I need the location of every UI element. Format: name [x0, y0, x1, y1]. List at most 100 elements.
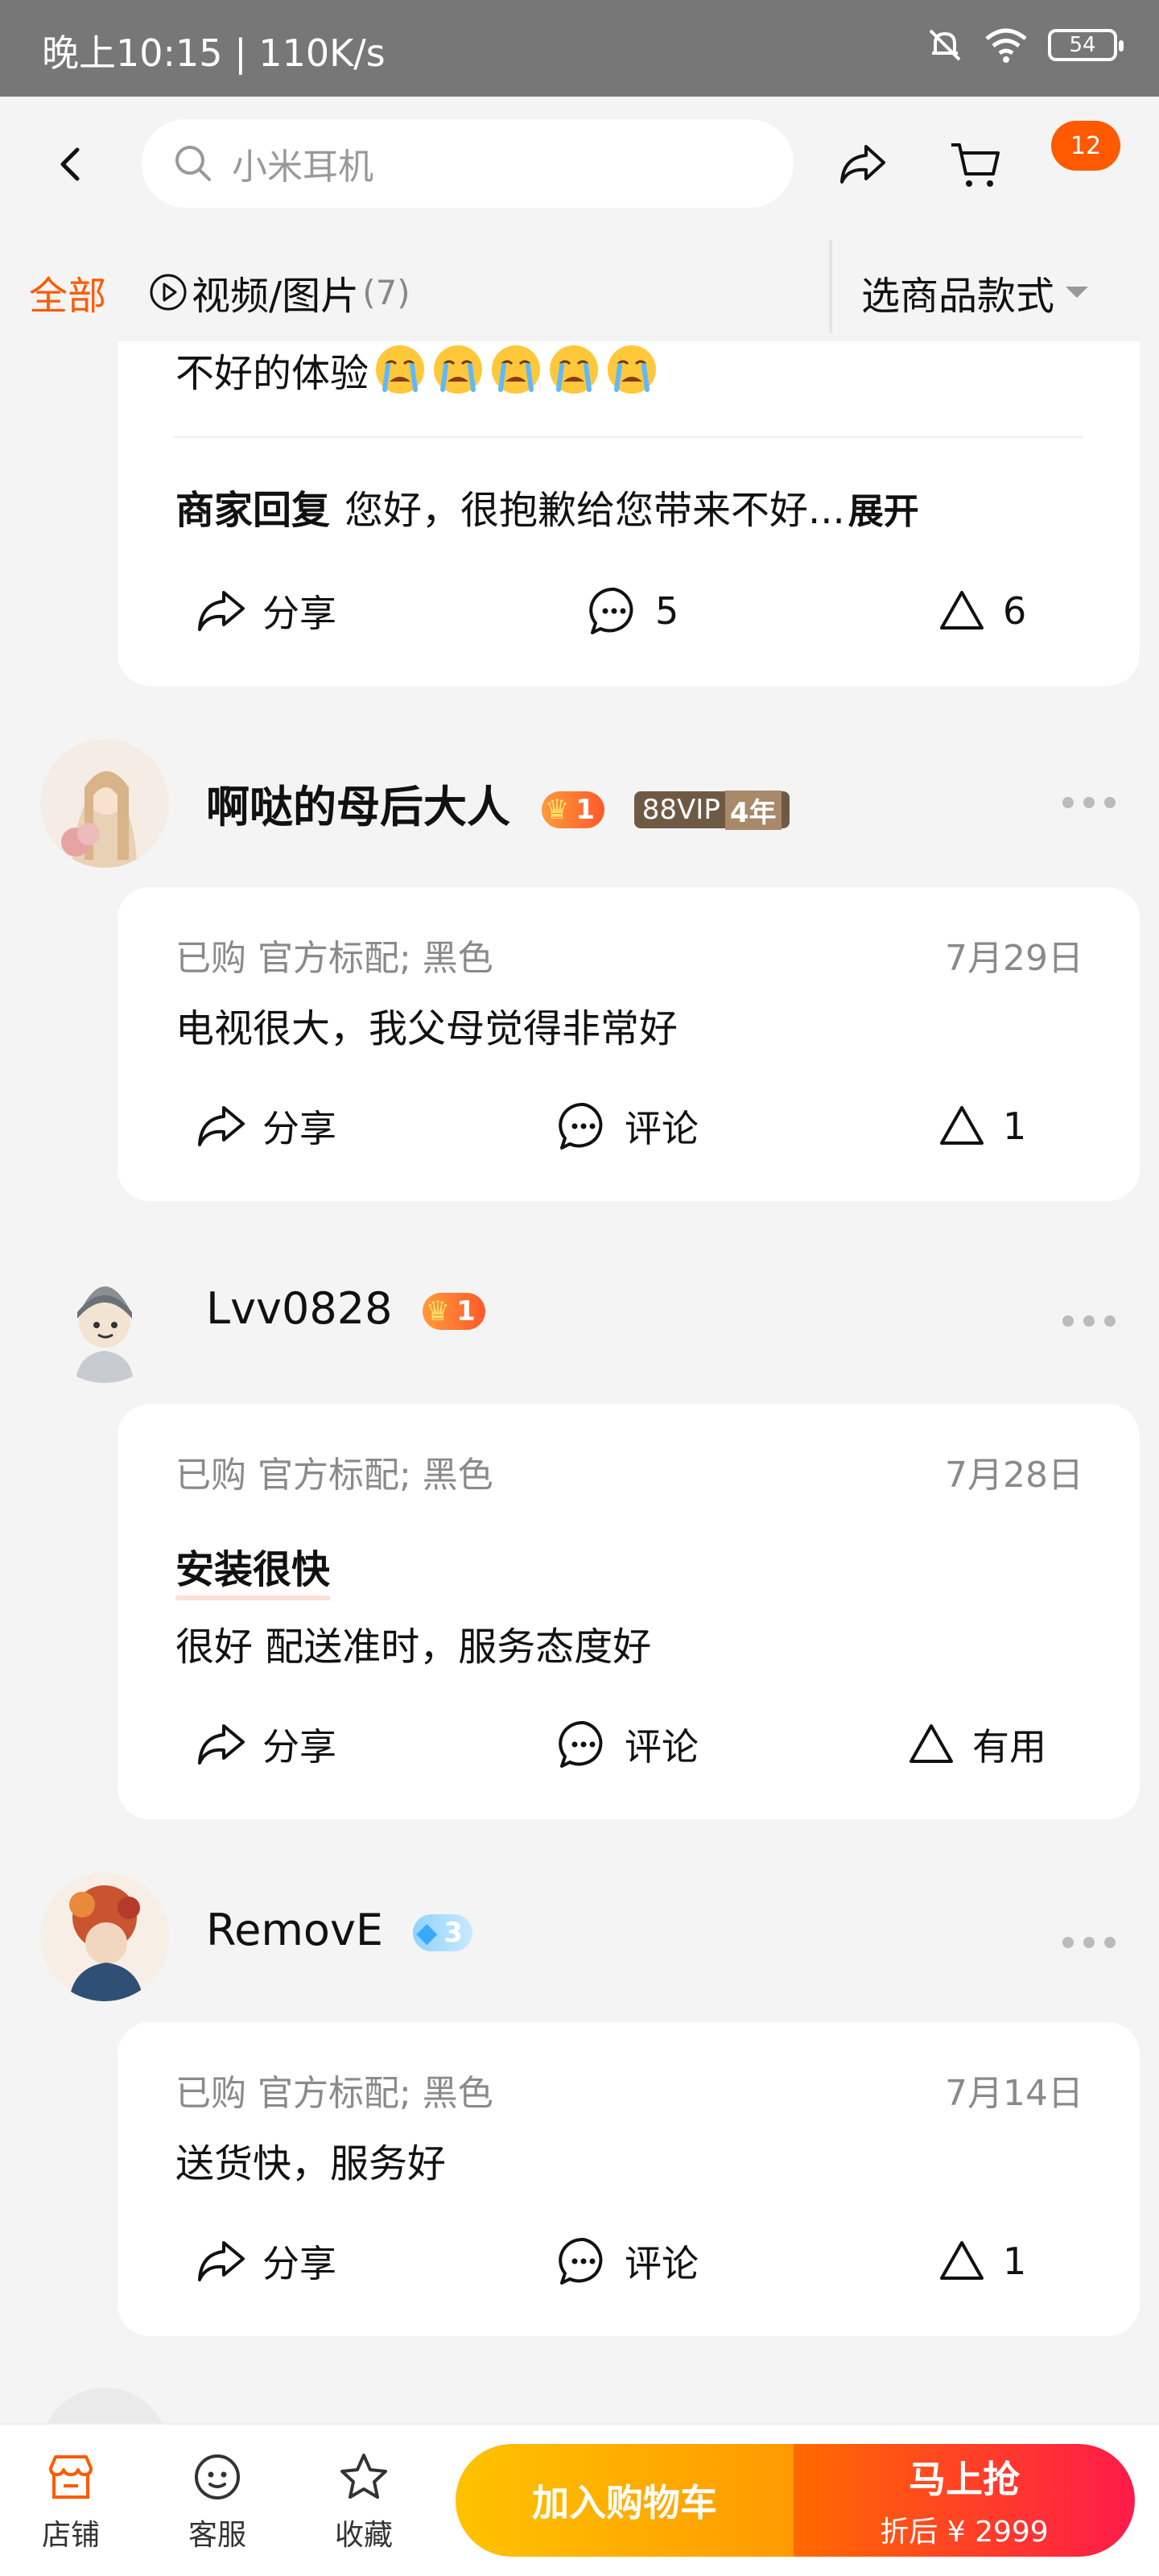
cart-icon[interactable] [947, 135, 1004, 193]
level-badge: ◆ 3 [413, 1914, 473, 1952]
useful-button[interactable]: 1 [934, 2233, 1026, 2289]
crying-face-icon [550, 345, 599, 394]
reviewer-row: 啊哒的母后大人 ♛ 1 88VIP 4年 [0, 739, 1159, 876]
vip-label: 88VIP [641, 794, 720, 827]
crying-face-icon [608, 345, 657, 394]
back-arrow-icon[interactable] [50, 142, 95, 187]
share-icon [198, 591, 245, 631]
share-icon[interactable] [834, 135, 892, 193]
chat-bubble-icon [589, 587, 633, 634]
avatar[interactable] [40, 1872, 169, 2001]
reply-label: 商家回复 [175, 488, 331, 533]
filter-video-tab[interactable]: 视频/图片 (7) [148, 264, 410, 320]
comment-label: 评论 [625, 1725, 699, 1769]
review-tag: 安装很快 [175, 1538, 331, 1600]
customer-service-icon [195, 2454, 240, 2500]
share-label: 分享 [262, 1107, 336, 1150]
more-options-icon[interactable] [1062, 1937, 1116, 1953]
comment-label: 评论 [625, 1107, 699, 1150]
store-icon [49, 2455, 93, 2499]
cart-count-badge[interactable]: 12 [1051, 121, 1120, 171]
wifi-icon [985, 28, 1027, 63]
comment-label: 评论 [625, 2242, 699, 2285]
reply-text: 您好，很抱歉给您带来不好... [344, 488, 845, 533]
useful-count: 1 [1003, 2240, 1027, 2283]
review-actions: 分享 评论 有用 [118, 1716, 1140, 1781]
review-date: 7月14日 [945, 2073, 1083, 2114]
more-options-icon[interactable] [1062, 797, 1116, 813]
filter-all-tab[interactable]: 全部 [29, 264, 106, 320]
vip-badge: 88VIP 4年 [633, 790, 790, 830]
level-number: 1 [456, 1295, 476, 1328]
share-button[interactable]: 分享 [193, 1098, 336, 1154]
share-label: 分享 [262, 2242, 336, 2285]
purchase-info: 已购 官方标配; 黑色 [175, 2073, 493, 2114]
crown-icon: ♛ [425, 1295, 451, 1328]
review-card: 已购 官方标配; 黑色 7月28日 安装很快 很好 配送准时，服务态度好 分享 … [118, 1404, 1140, 1819]
useful-button[interactable]: 1 [934, 1098, 1026, 1154]
review-text: 送货快，服务好 [175, 2141, 447, 2186]
discount-price: 折后 ¥ 2999 [880, 2516, 1049, 2549]
purchase-info: 已购 官方标配; 黑色 [175, 938, 493, 979]
battery-level: 54 [1069, 33, 1096, 57]
review-card: 不好的体验 商家回复 您好，很抱歉给您带来不好... 展开 分享 5 6 [118, 341, 1140, 686]
reviewer-row: RemovE ◆ 3 [0, 1872, 1159, 2009]
select-variant-dropdown[interactable]: 选商品款式 [861, 264, 1089, 320]
triangle-useful-icon [940, 2241, 984, 2280]
comment-button[interactable]: 评论 [555, 1716, 699, 1773]
expand-link[interactable]: 展开 [848, 482, 919, 534]
caret-down-icon [1066, 287, 1089, 298]
triangle-useful-icon [940, 1106, 984, 1145]
avatar[interactable] [40, 1254, 169, 1383]
share-button[interactable]: 分享 [193, 1716, 336, 1773]
triangle-useful-icon [909, 1724, 953, 1763]
reviewer-row: Lvv0828 ♛ 1 [0, 1254, 1159, 1391]
share-button[interactable]: 分享 [193, 2233, 336, 2289]
reviewer-name: RemovE [206, 1905, 384, 1955]
status-icons: 54 [926, 26, 1124, 64]
comment-count: 5 [655, 589, 679, 633]
reviewer-name-line: Lvv0828 ♛ 1 [206, 1283, 485, 1334]
crying-face-icon [492, 345, 541, 394]
avatar-illustration [40, 739, 169, 868]
diamond-icon: ◆ [416, 1917, 438, 1950]
crying-face-icon [376, 345, 425, 394]
useful-count: 6 [1003, 589, 1027, 633]
search-placeholder: 小米耳机 [232, 147, 373, 188]
status-bar: 晚上10:15 | 110K/s 54 [0, 0, 1159, 97]
review-text: 很好 配送准时，服务态度好 [175, 1624, 652, 1670]
add-to-cart-button[interactable]: 加入购物车 [456, 2444, 794, 2557]
comment-button[interactable]: 评论 [555, 1098, 699, 1154]
level-badge: ♛ 1 [541, 791, 604, 829]
more-options-icon[interactable] [1062, 1315, 1116, 1331]
chat-bubble-icon [559, 1720, 603, 1768]
buy-now-button[interactable]: 马上抢 折后 ¥ 2999 [794, 2444, 1135, 2557]
share-icon [198, 1724, 245, 1765]
comment-button[interactable]: 评论 [555, 2233, 699, 2289]
store-label: 店铺 [41, 2519, 100, 2552]
review-date: 7月28日 [945, 1455, 1083, 1496]
review-text: 电视很大，我父母觉得非常好 [175, 1006, 678, 1051]
bottom-action-bar: 店铺 客服 收藏 加入购物车 马上抢 折后 ¥ 2999 [0, 2423, 1159, 2576]
reviewer-name: 啊哒的母后大人 [206, 782, 510, 832]
review-tail-text: 不好的体验 [175, 351, 369, 396]
share-label: 分享 [262, 1725, 336, 1769]
comment-button[interactable]: 5 [586, 583, 678, 639]
useful-button[interactable]: 6 [934, 583, 1026, 639]
share-button[interactable]: 分享 [193, 583, 336, 639]
next-avatar-partial [40, 2388, 169, 2423]
crying-emoji-row [373, 343, 658, 396]
level-number: 1 [575, 794, 595, 827]
useful-button[interactable]: 有用 [903, 1716, 1046, 1773]
review-actions: 分享 5 6 [118, 583, 1140, 647]
avatar-illustration [40, 1872, 169, 2001]
store-tab[interactable]: 店铺 [23, 2449, 119, 2553]
filter-video-label: 视频/图片 [192, 274, 360, 319]
search-input[interactable]: 小米耳机 [142, 119, 794, 208]
crown-icon: ♛ [544, 794, 570, 827]
favorite-tab[interactable]: 收藏 [316, 2449, 412, 2553]
avatar[interactable] [40, 739, 169, 868]
buy-now-label: 马上抢 [909, 2458, 1020, 2501]
service-tab[interactable]: 客服 [169, 2449, 266, 2553]
search-icon [175, 146, 211, 181]
